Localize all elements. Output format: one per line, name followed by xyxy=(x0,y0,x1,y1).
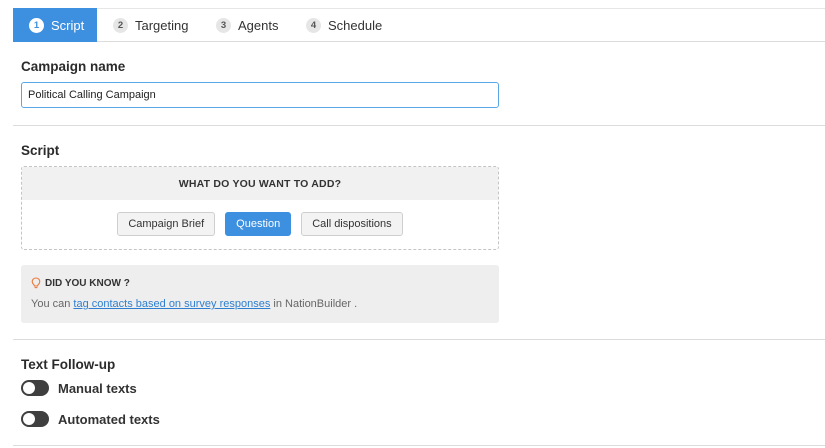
tab-script[interactable]: 1 Script xyxy=(13,8,97,42)
tab-number-badge: 1 xyxy=(29,17,44,33)
campaign-name-input[interactable] xyxy=(21,82,499,108)
automated-texts-label: Automated texts xyxy=(58,411,160,427)
tab-label: Script xyxy=(51,17,85,33)
tab-targeting[interactable]: 2 Targeting xyxy=(113,8,188,42)
manual-texts-toggle[interactable] xyxy=(21,380,49,396)
section-divider xyxy=(13,125,825,126)
campaign-brief-button[interactable]: Campaign Brief xyxy=(117,212,216,236)
tab-number-badge: 3 xyxy=(216,17,231,33)
tab-label: Agents xyxy=(238,17,279,33)
tab-agents[interactable]: 3 Agents xyxy=(216,8,278,42)
automated-texts-toggle[interactable] xyxy=(21,411,49,427)
tag-contacts-link[interactable]: tag contacts based on survey responses xyxy=(73,298,270,310)
tab-number-badge: 4 xyxy=(306,17,321,33)
tip-text-before: You can xyxy=(31,298,74,310)
text-followup-label: Text Follow-up xyxy=(21,357,116,372)
manual-texts-row: Manual texts xyxy=(21,380,137,396)
lightbulb-icon xyxy=(31,277,41,289)
tip-title-text: DID YOU KNOW ? xyxy=(45,277,130,289)
tab-label: Schedule xyxy=(328,17,383,33)
did-you-know-tip: DID YOU KNOW ? You can tag contacts base… xyxy=(21,265,499,323)
script-add-heading: WHAT DO YOU WANT TO ADD? xyxy=(22,167,498,200)
section-divider xyxy=(13,445,825,446)
campaign-name-label: Campaign name xyxy=(21,59,126,74)
manual-texts-label: Manual texts xyxy=(58,380,137,396)
toggle-knob xyxy=(23,413,35,425)
tab-schedule[interactable]: 4 Schedule xyxy=(306,8,382,42)
call-dispositions-button[interactable]: Call dispositions xyxy=(301,212,403,236)
script-add-box: WHAT DO YOU WANT TO ADD? Campaign Brief … xyxy=(21,166,499,250)
tab-number-badge: 2 xyxy=(113,17,128,33)
automated-texts-row: Automated texts xyxy=(21,411,160,427)
step-tabs: 1 Script 2 Targeting 3 Agents 4 Schedule xyxy=(13,8,825,42)
toggle-knob xyxy=(23,382,35,394)
tab-label: Targeting xyxy=(135,17,189,33)
question-button[interactable]: Question xyxy=(225,212,292,236)
tip-text: You can tag contacts based on survey res… xyxy=(31,298,357,310)
tip-title: DID YOU KNOW ? xyxy=(31,277,130,289)
section-divider xyxy=(13,339,825,340)
script-label: Script xyxy=(21,143,60,158)
script-add-actions: Campaign Brief Question Call disposition… xyxy=(22,212,498,236)
tip-text-after: in NationBuilder . xyxy=(270,298,358,310)
